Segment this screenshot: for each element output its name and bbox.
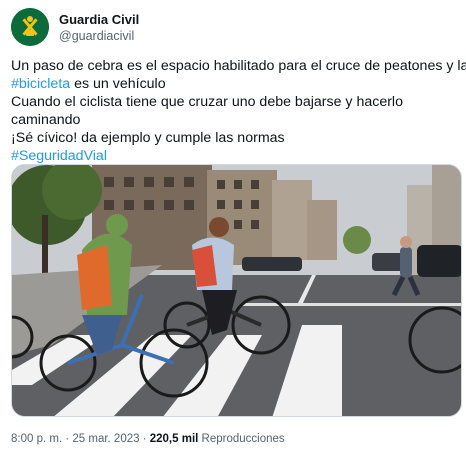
tweet-line-3: Cuando el ciclista tiene que cruzar uno … [11,94,403,110]
display-name[interactable]: Guardia Civil [59,11,139,28]
hashtag-bicicleta-link[interactable]: #bicicleta [11,76,70,92]
views-count: 220,5 mil [149,433,199,445]
hashtag-seguridadvial-link[interactable]: #SeguridadVial [11,147,461,165]
tweet-header: Guardia Civil @guardiacivil [11,7,139,47]
tweet-time[interactable]: 8:00 p. m. [11,433,62,445]
tweet-photo[interactable] [11,164,462,417]
tweet-date[interactable]: 25 mar. 2023 [72,433,139,445]
tweet-line-2-rest: es un vehículo [70,76,166,92]
tweet-line-4: caminando [11,112,81,128]
guardia-civil-emblem-icon [11,8,49,46]
meta-separator: · [62,433,73,445]
tweet: Guardia Civil @guardiacivil Un paso de c… [0,0,466,458]
views-label: Reproducciones [198,433,285,445]
tweet-line-2: #bicicleta es un vehículo [11,75,461,93]
tweet-meta: 8:00 p. m. · 25 mar. 2023 · 220,5 mil Re… [11,432,285,446]
user-handle[interactable]: @guardiacivil [59,28,139,44]
tweet-text: Un paso de cebra es el espacio habilitad… [11,57,466,165]
meta-separator-2: · [139,433,150,445]
tweet-line-1: Un paso de cebra es el espacio habilitad… [11,58,466,74]
avatar[interactable] [11,8,49,46]
cyclists-crossing-photo [12,165,461,416]
account-names: Guardia Civil @guardiacivil [59,11,139,44]
tweet-line-5: ¡Sé cívico! da ejemplo y cumple las norm… [11,130,285,146]
